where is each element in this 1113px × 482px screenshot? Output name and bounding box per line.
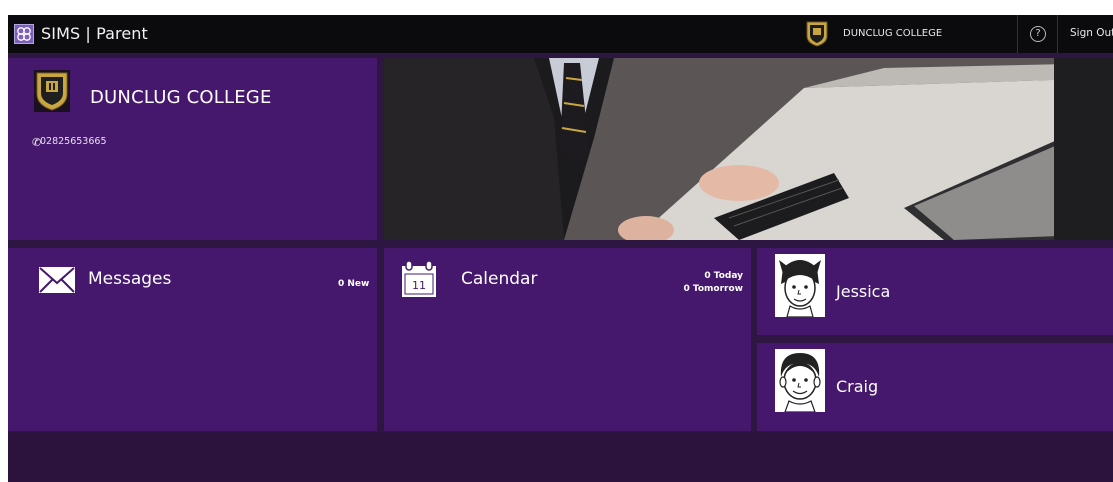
school-phone: 02825653665 (40, 136, 107, 147)
sign-out-link[interactable]: Sign Out (1070, 27, 1113, 39)
divider (1057, 15, 1058, 53)
messages-label: Messages (88, 269, 172, 289)
sims-logo-icon[interactable] (14, 24, 34, 44)
calendar-icon: 11 (401, 260, 437, 298)
messages-count-badge: 0 New (338, 279, 370, 289)
school-crest-icon (34, 70, 70, 112)
calendar-day-number: 11 (412, 279, 426, 292)
child-tile-jessica[interactable]: Jessica (757, 248, 1113, 335)
school-name: DUNCLUG COLLEGE (90, 87, 272, 108)
school-crest-icon (806, 21, 828, 47)
calendar-today-count: 0 Today (704, 271, 743, 281)
help-icon[interactable]: ? (1030, 26, 1046, 42)
footer-band (8, 432, 1113, 482)
child-tile-craig[interactable]: Craig (757, 343, 1113, 431)
top-bar: SIMS | Parent DUNCLUG COLLEGE ? Sign Out (8, 15, 1113, 53)
girl-avatar-icon (775, 254, 825, 317)
boy-avatar-icon (775, 349, 825, 412)
divider (1017, 15, 1018, 53)
school-photo (384, 58, 1113, 240)
envelope-icon (39, 267, 75, 293)
messages-tile[interactable]: Messages 0 New (8, 248, 377, 431)
page: SIMS | Parent DUNCLUG COLLEGE ? Sign Out… (0, 0, 1113, 482)
child-name-craig: Craig (836, 377, 879, 396)
calendar-tile[interactable]: 11 Calendar 0 Today 0 Tomorrow (384, 248, 751, 431)
calendar-label: Calendar (461, 269, 538, 289)
app-title[interactable]: SIMS | Parent (41, 24, 148, 43)
top-school-name[interactable]: DUNCLUG COLLEGE (843, 28, 942, 39)
calendar-tomorrow-count: 0 Tomorrow (683, 284, 743, 294)
school-tile[interactable]: DUNCLUG COLLEGE ✆ 02825653665 (8, 58, 377, 240)
child-name-jessica: Jessica (836, 282, 891, 301)
